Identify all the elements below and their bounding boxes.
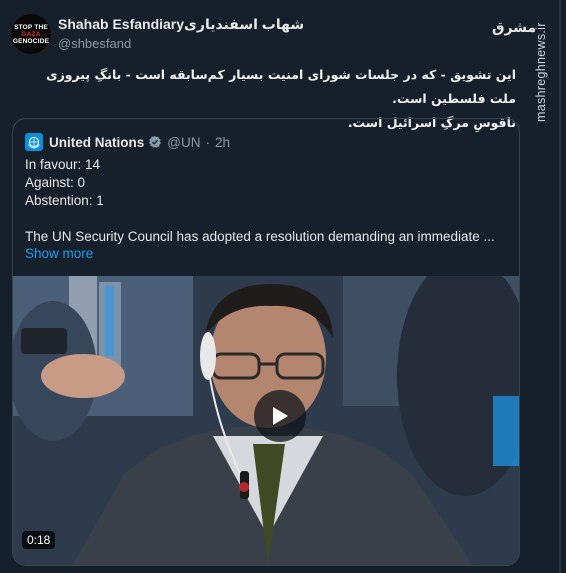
verified-badge-icon	[149, 135, 162, 148]
vote-abstention: Abstention: 1	[25, 193, 104, 208]
avatar-text-2: GAZA	[21, 30, 41, 38]
vote-against: Against: 0	[25, 175, 86, 190]
video-player[interactable]: 0:18	[13, 276, 519, 565]
vote-in-favour: In favour: 14	[25, 157, 101, 172]
tweet[interactable]: STOP THE GAZA GENOCIDE Shahab Esfandiary…	[0, 0, 530, 573]
un-logo-icon	[25, 133, 43, 151]
author-handle[interactable]: @shbesfand	[58, 36, 131, 51]
show-more-link[interactable]: Show more	[25, 246, 93, 261]
author-name[interactable]: Shahab Esfandiaryشهاب اسفندیاری	[58, 16, 304, 33]
quoted-tweet[interactable]: United Nations @UN · 2h In favour: 14 Ag…	[12, 118, 520, 566]
quoted-tweet-body: The UN Security Council has adopted a re…	[25, 229, 495, 244]
quoted-tweet-header: United Nations @UN · 2h	[25, 132, 230, 152]
avatar[interactable]: STOP THE GAZA GENOCIDE	[11, 14, 51, 54]
avatar-text-3: GENOCIDE	[12, 37, 50, 45]
quoted-timestamp[interactable]: 2h	[215, 135, 230, 150]
quoted-author-name[interactable]: United Nations	[49, 135, 144, 150]
header-separator: ·	[205, 134, 210, 150]
quoted-tweet-text: In favour: 14 Against: 0 Abstention: 1 T…	[25, 156, 509, 246]
video-duration: 0:18	[22, 531, 56, 549]
play-icon	[273, 407, 288, 425]
quoted-author-handle[interactable]: @UN	[167, 135, 200, 150]
avatar-text-1: STOP THE	[14, 23, 48, 31]
tweet-text-line-1: این تشویق - که در جلسات شورای امنیت بسیا…	[46, 67, 516, 106]
watermark-divider	[559, 0, 561, 573]
play-button[interactable]	[254, 390, 306, 442]
watermark-logo: مشرق	[492, 20, 537, 36]
watermark-site: mashreghnews.ir	[534, 22, 548, 122]
